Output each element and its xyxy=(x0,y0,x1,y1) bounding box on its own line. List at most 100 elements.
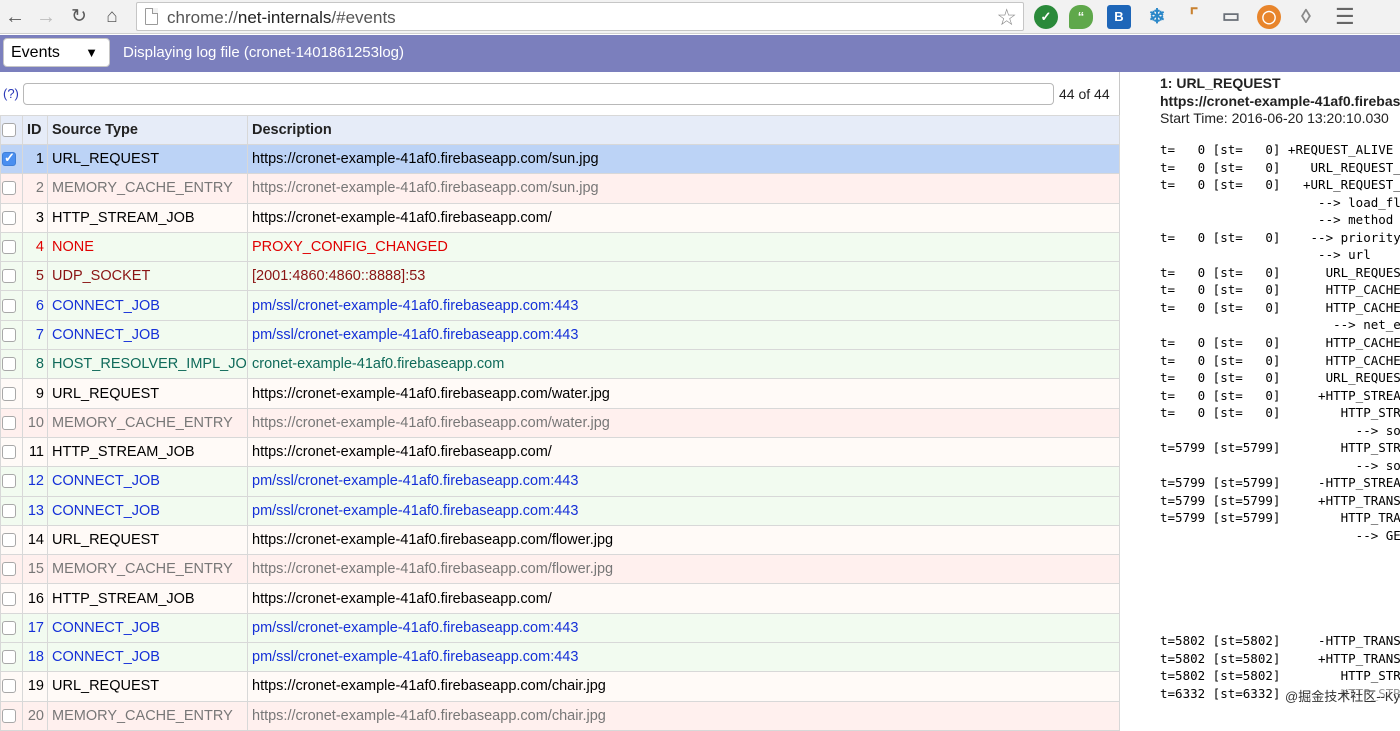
back-arrow-icon[interactable]: ← xyxy=(2,4,28,30)
select-all-header[interactable] xyxy=(0,115,23,145)
view-dropdown[interactable]: Events ▼ xyxy=(3,38,110,67)
row-checkbox-cell[interactable] xyxy=(0,173,23,204)
forward-arrow-icon[interactable]: → xyxy=(33,4,59,30)
reload-icon[interactable]: ↻ xyxy=(66,4,92,30)
row-checkbox-cell[interactable] xyxy=(0,436,23,468)
table-row[interactable]: 3 HTTP_STREAM_JOB https://cronet-example-4… xyxy=(0,202,1120,233)
row-checkbox-cell[interactable] xyxy=(0,554,23,585)
row-checkbox[interactable] xyxy=(2,708,16,723)
row-checkbox-cell[interactable] xyxy=(0,261,23,292)
home-icon[interactable]: ⌂ xyxy=(99,4,125,30)
filter-help-link[interactable]: (?) xyxy=(3,86,19,101)
row-checkbox[interactable] xyxy=(2,298,16,313)
row-source-type: HTTP_STREAM_JOB xyxy=(47,436,248,468)
browser-toolbar: ← → ↻ ⌂ chrome://net-internals/#events ☆… xyxy=(0,0,1400,34)
table-row[interactable]: 5 UDP_SOCKET [2001:4860:4860::8888]:53 xyxy=(0,261,1120,292)
row-checkbox[interactable] xyxy=(2,357,16,372)
hangouts-extension-icon[interactable]: “ xyxy=(1069,5,1093,29)
row-checkbox[interactable] xyxy=(2,240,16,255)
table-row[interactable]: 12 CONNECT_JOB pm/ssl/cronet-example-41af0… xyxy=(0,466,1120,497)
row-checkbox[interactable] xyxy=(2,533,16,547)
row-checkbox-cell[interactable] xyxy=(0,407,23,438)
check-extension-icon[interactable]: ✓ xyxy=(1034,5,1058,29)
row-checkbox-cell[interactable] xyxy=(0,642,23,673)
row-checkbox[interactable] xyxy=(2,327,16,342)
table-row[interactable]: 8 HOST_RESOLVER_IMPL_JOB cronet-example-41… xyxy=(0,349,1120,380)
select-all-checkbox[interactable] xyxy=(2,123,16,137)
table-row[interactable]: 2 MEMORY_CACHE_ENTRY https://cronet-exampl… xyxy=(0,173,1120,204)
table-row[interactable]: 15 MEMORY_CACHE_ENTRY https://cronet-examp… xyxy=(0,554,1120,585)
table-row[interactable]: 1URL_REQUESThttps://cronet-example-41af0… xyxy=(0,143,1120,175)
headphones-extension-icon[interactable]: ◯ xyxy=(1257,5,1281,29)
row-source-type: URL_REQUEST xyxy=(47,671,248,702)
row-id: 9 xyxy=(22,378,48,409)
row-checkbox-cell[interactable] xyxy=(0,700,23,731)
table-row[interactable]: 4 NONE PROXY_CONFIG_CHANGED xyxy=(0,231,1120,263)
row-checkbox[interactable] xyxy=(2,150,16,167)
row-source-type: HTTP_STREAM_JOB xyxy=(47,202,248,233)
row-checkbox-cell[interactable] xyxy=(0,319,23,351)
row-checkbox-cell[interactable] xyxy=(0,495,23,526)
row-checkbox[interactable] xyxy=(2,386,16,401)
row-checkbox[interactable] xyxy=(2,650,16,665)
header-id[interactable]: ID xyxy=(22,115,48,145)
row-checkbox[interactable] xyxy=(2,591,16,606)
table-row[interactable]: 11 HTTP_STREAM_JOB https://cronet-example-… xyxy=(0,436,1120,468)
row-checkbox-cell[interactable] xyxy=(0,378,23,409)
row-checkbox-cell[interactable] xyxy=(0,524,23,556)
table-row[interactable]: 6 CONNECT_JOB pm/ssl/cronet-example-41af0.… xyxy=(0,290,1120,321)
row-source-type: URL_REQUEST xyxy=(47,378,248,409)
row-description: pm/ssl/cronet-example-41af0.firebaseapp.… xyxy=(247,290,1120,321)
row-checkbox[interactable] xyxy=(2,210,16,225)
row-checkbox[interactable] xyxy=(2,562,16,577)
detail-start-time: Start Time: 2016-06-20 13:20:10.030 xyxy=(1160,110,1389,126)
row-id: 4 xyxy=(22,231,48,263)
row-checkbox[interactable] xyxy=(2,679,16,694)
row-checkbox-cell[interactable] xyxy=(0,349,23,380)
row-checkbox-cell[interactable] xyxy=(0,466,23,497)
bug-extension-icon[interactable]: ❄ xyxy=(1145,5,1169,29)
ruler-extension-icon[interactable]: ⌜ xyxy=(1182,5,1206,29)
row-id: 12 xyxy=(22,466,48,497)
table-row[interactable]: 10 MEMORY_CACHE_ENTRY https://cronet-examp… xyxy=(0,407,1120,438)
row-source-type: CONNECT_JOB xyxy=(47,319,248,351)
table-row[interactable]: 19 URL_REQUEST https://cronet-example-41af… xyxy=(0,671,1120,702)
cast-icon[interactable]: ▭ xyxy=(1219,5,1243,29)
b-extension-icon[interactable]: B xyxy=(1107,5,1131,29)
row-checkbox[interactable] xyxy=(2,415,16,430)
table-row[interactable]: 13 CONNECT_JOB pm/ssl/cronet-example-41af0… xyxy=(0,495,1120,526)
row-source-type: CONNECT_JOB xyxy=(47,612,248,644)
row-id: 11 xyxy=(22,436,48,468)
header-source-type[interactable]: Source Type xyxy=(47,115,248,145)
row-checkbox[interactable] xyxy=(2,620,16,635)
table-row[interactable]: 16 HTTP_STREAM_JOB https://cronet-example-… xyxy=(0,583,1120,614)
bookmark-star-icon[interactable]: ☆ xyxy=(996,4,1017,30)
row-checkbox[interactable] xyxy=(2,269,16,284)
header-description[interactable]: Description xyxy=(247,115,1120,145)
url-text[interactable]: chrome://net-internals/#events xyxy=(167,8,396,28)
puzzle-extension-icon[interactable]: ◊ xyxy=(1294,5,1318,29)
row-checkbox-cell[interactable] xyxy=(0,231,23,263)
table-row[interactable]: 20 MEMORY_CACHE_ENTRY https://cronet-examp… xyxy=(0,700,1120,731)
row-checkbox-cell[interactable] xyxy=(0,612,23,644)
row-checkbox-cell[interactable] xyxy=(0,202,23,233)
menu-icon[interactable]: ☰ xyxy=(1335,3,1355,31)
row-checkbox[interactable] xyxy=(2,181,16,196)
row-checkbox[interactable] xyxy=(2,445,16,460)
row-checkbox-cell[interactable] xyxy=(0,671,23,702)
table-row[interactable]: 17 CONNECT_JOB pm/ssl/cronet-example-41af0… xyxy=(0,612,1120,644)
row-checkbox-cell[interactable] xyxy=(0,290,23,321)
table-row[interactable]: 18 CONNECT_JOB pm/ssl/cronet-example-41af0… xyxy=(0,642,1120,673)
row-source-type: CONNECT_JOB xyxy=(47,290,248,321)
address-bar[interactable]: chrome://net-internals/#events ☆ xyxy=(136,2,1024,31)
table-row[interactable]: 9 URL_REQUEST https://cronet-example-41af0… xyxy=(0,378,1120,409)
table-row[interactable]: 7 CONNECT_JOB pm/ssl/cronet-example-41af0.… xyxy=(0,319,1120,351)
row-checkbox[interactable] xyxy=(2,474,16,489)
row-source-type: CONNECT_JOB xyxy=(47,642,248,673)
row-checkbox-cell[interactable] xyxy=(0,143,23,175)
row-checkbox[interactable] xyxy=(2,503,16,518)
row-checkbox-cell[interactable] xyxy=(0,583,23,614)
table-row[interactable]: 14 URL_REQUEST https://cronet-example-41af… xyxy=(0,524,1120,556)
filter-input[interactable] xyxy=(23,83,1054,105)
row-source-type: CONNECT_JOB xyxy=(47,495,248,526)
